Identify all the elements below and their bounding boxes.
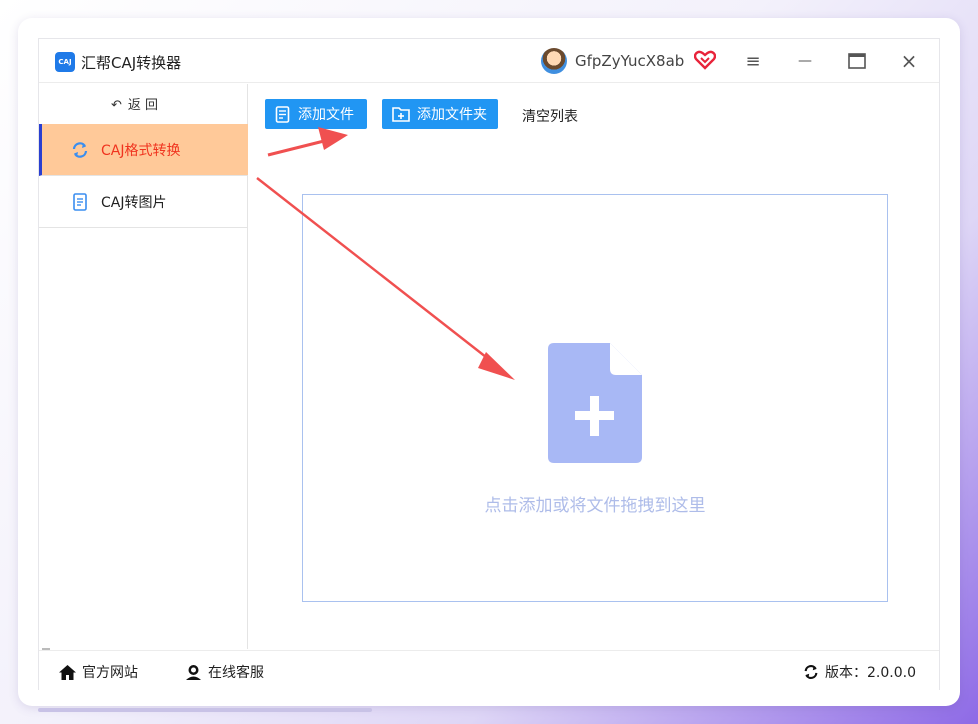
add-file-label: 添加文件	[298, 107, 354, 123]
menu-icon[interactable]: ≡	[741, 49, 765, 73]
app-logo-icon: CAJ	[55, 52, 75, 72]
app-window: CAJ 汇帮CAJ转换器 GfpZyYucX8ab ≡ — × ↶ 返 回 CA…	[38, 38, 940, 690]
sidebar-item-label: CAJ转图片	[101, 194, 167, 211]
back-button[interactable]: ↶ 返 回	[111, 94, 158, 113]
dropzone-hint: 点击添加或将文件拖拽到这里	[484, 496, 706, 516]
folder-add-icon	[392, 106, 410, 122]
file-list-icon	[275, 105, 291, 123]
sidebar: ↶ 返 回 CAJ格式转换 CAJ转图片	[39, 84, 248, 651]
maximize-button[interactable]	[845, 49, 869, 73]
support-label: 在线客服	[208, 665, 264, 681]
username[interactable]: GfpZyYucX8ab	[575, 52, 684, 70]
undo-arrow-icon: ↶	[111, 98, 122, 113]
maximize-icon	[848, 53, 866, 69]
minimize-button[interactable]: —	[793, 49, 817, 73]
version-label: 版本：2.0.0.0	[825, 665, 916, 681]
clear-list-button[interactable]: 清空列表	[522, 106, 578, 126]
main-panel: 添加文件 添加文件夹 清空列表 点击添加或将文件拖拽到这里	[249, 84, 939, 649]
app-title: 汇帮CAJ转换器	[81, 54, 182, 72]
footer-bar: 官方网站 在线客服 版本：2.0.0.0	[39, 650, 939, 690]
website-label: 官方网站	[82, 665, 138, 681]
official-website-link[interactable]: 官方网站	[59, 662, 138, 682]
customer-service-icon	[185, 664, 202, 680]
version-info[interactable]: 版本：2.0.0.0	[803, 662, 916, 682]
sidebar-item-caj-convert[interactable]: CAJ格式转换	[39, 124, 248, 176]
title-bar: CAJ 汇帮CAJ转换器 GfpZyYucX8ab ≡ — ×	[39, 39, 939, 83]
add-file-icon	[548, 343, 642, 463]
back-label: 返 回	[127, 98, 159, 113]
avatar[interactable]	[541, 48, 567, 74]
add-folder-button[interactable]: 添加文件夹	[382, 99, 498, 129]
home-icon	[59, 664, 76, 680]
update-icon	[803, 664, 819, 680]
refresh-icon	[71, 141, 89, 159]
document-icon	[71, 192, 89, 211]
online-support-link[interactable]: 在线客服	[185, 662, 264, 682]
sidebar-item-caj-to-image[interactable]: CAJ转图片	[39, 176, 248, 228]
sidebar-item-label: CAJ格式转换	[101, 142, 181, 159]
horizontal-scrollbar[interactable]	[38, 708, 372, 712]
add-file-button[interactable]: 添加文件	[265, 99, 367, 129]
close-button[interactable]: ×	[897, 49, 921, 73]
add-folder-label: 添加文件夹	[417, 107, 487, 123]
vip-heart-icon[interactable]	[694, 50, 716, 70]
file-dropzone[interactable]: 点击添加或将文件拖拽到这里	[302, 194, 888, 602]
